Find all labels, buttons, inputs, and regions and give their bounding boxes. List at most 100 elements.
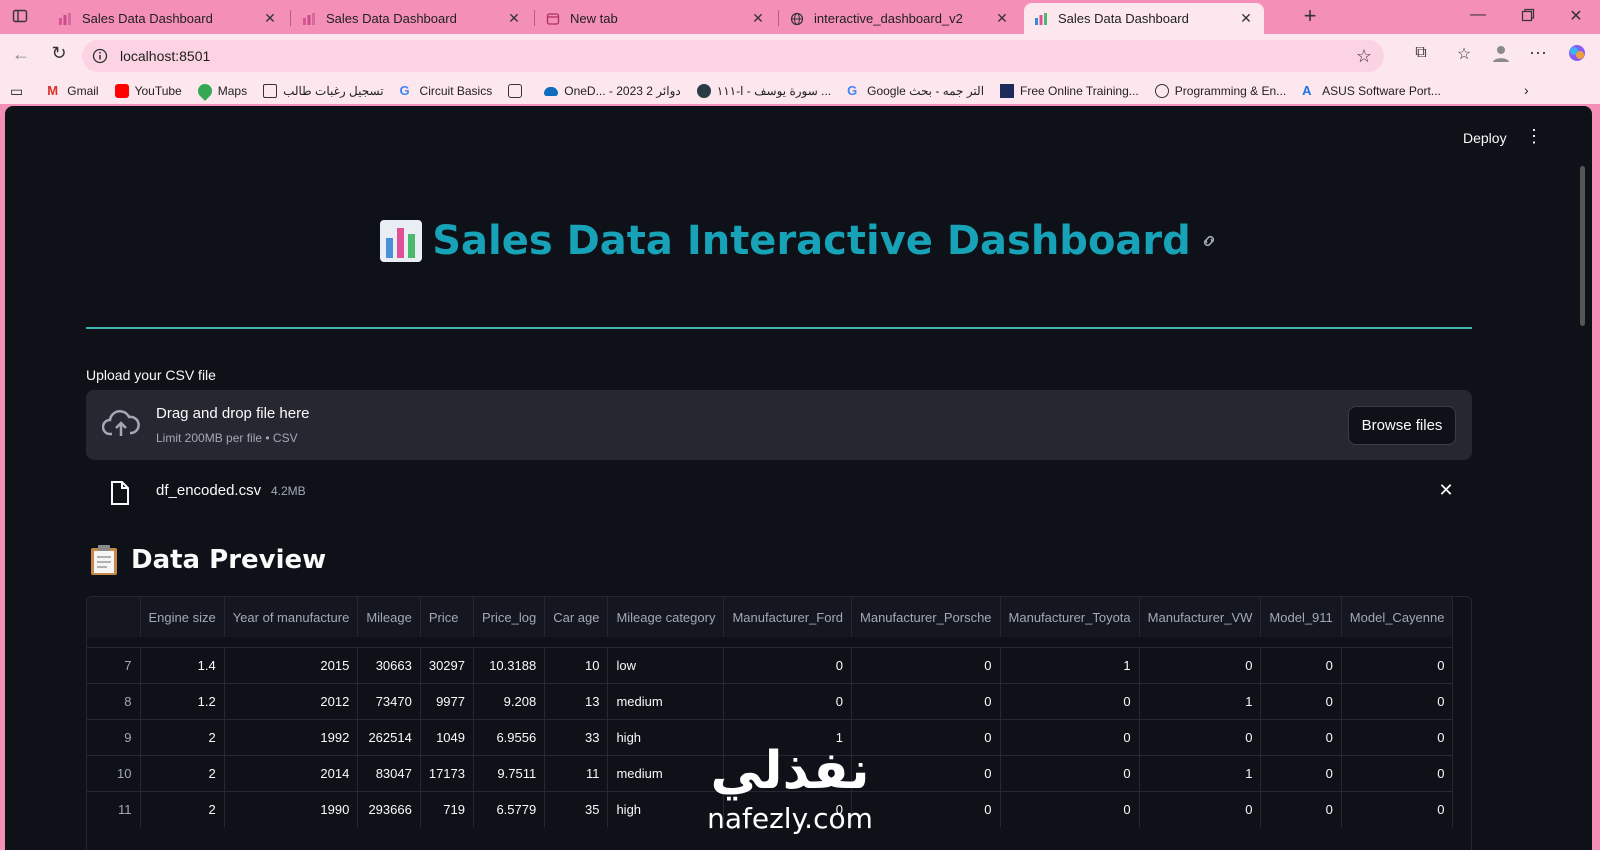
bookmark-google-translate[interactable]: G Google التر جمه - بحث xyxy=(847,84,984,99)
column-header[interactable]: Manufacturer_Toyota xyxy=(1000,597,1140,637)
table-cell[interactable]: 9.208 xyxy=(473,682,546,719)
table-cell[interactable]: 719 xyxy=(420,790,475,827)
table-cell[interactable]: 2 xyxy=(140,754,225,791)
table-cell[interactable]: 11 xyxy=(544,754,609,791)
bookmark-folder-icon[interactable]: ▭ xyxy=(10,83,23,100)
table-cell[interactable]: 6.9556 xyxy=(473,718,546,755)
table-cell[interactable]: 9977 xyxy=(420,682,475,719)
tab-actions-icon[interactable] xyxy=(10,8,30,28)
main-menu-icon[interactable]: ⋮ xyxy=(1525,126,1543,147)
close-tab-icon[interactable]: ✕ xyxy=(1238,10,1254,27)
table-cell[interactable]: 0 xyxy=(1139,790,1262,827)
tab-sales-dashboard-active[interactable]: Sales Data Dashboard ✕ xyxy=(1024,3,1264,34)
table-cell[interactable]: 2 xyxy=(140,718,225,755)
table-cell[interactable]: 30297 xyxy=(420,646,475,683)
table-cell[interactable]: 1 xyxy=(1000,646,1140,683)
table-cell[interactable]: 17173 xyxy=(420,754,475,791)
table-cell[interactable]: 1990 xyxy=(224,790,359,827)
browse-files-button[interactable]: Browse files xyxy=(1348,406,1456,445)
table-cell[interactable]: 0 xyxy=(1341,718,1454,755)
table-cell[interactable]: 0 xyxy=(1000,754,1140,791)
extensions-icon[interactable]: ⧉ xyxy=(1410,44,1432,62)
table-row[interactable]: 7 1.4 2015 30663 30297 10.3188 10 low 0 … xyxy=(87,646,1454,683)
table-cell[interactable]: 35 xyxy=(544,790,609,827)
table-cell[interactable]: 73470 xyxy=(357,682,421,719)
table-cell[interactable]: 2014 xyxy=(224,754,359,791)
tab-sales-dashboard-1[interactable]: Sales Data Dashboard ✕ xyxy=(48,3,288,34)
table-cell[interactable]: 83047 xyxy=(357,754,421,791)
bookmark-onedrive[interactable]: OneD... - 2023 دوائر 2 xyxy=(544,84,681,98)
table-cell[interactable]: 0 xyxy=(1260,718,1342,755)
table-cell[interactable]: 0 xyxy=(1139,646,1262,683)
table-cell[interactable]: 0 xyxy=(851,682,1001,719)
table-cell[interactable]: 262514 xyxy=(357,718,421,755)
close-window-icon[interactable]: ✕ xyxy=(1566,6,1586,26)
restore-icon[interactable] xyxy=(1518,8,1538,27)
url-text[interactable]: localhost:8501 xyxy=(120,48,210,64)
minimize-icon[interactable]: — xyxy=(1468,6,1488,24)
column-header[interactable]: Year of manufacture xyxy=(224,597,359,637)
table-cell[interactable]: 0 xyxy=(1341,646,1454,683)
star-bookmark-icon[interactable]: ☆ xyxy=(1356,46,1372,67)
close-tab-icon[interactable]: ✕ xyxy=(994,10,1010,27)
column-header[interactable]: Mileage xyxy=(357,597,421,637)
tab-new-tab[interactable]: New tab ✕ xyxy=(536,3,776,34)
bookmark-free-training[interactable]: Free Online Training... xyxy=(1000,84,1139,98)
table-cell[interactable]: 1.2 xyxy=(140,682,225,719)
anchor-link-icon[interactable] xyxy=(1199,231,1219,251)
site-info-icon[interactable] xyxy=(92,48,108,64)
table-cell[interactable]: medium xyxy=(607,682,725,719)
profile-avatar-icon[interactable] xyxy=(1490,43,1512,68)
table-cell[interactable]: 293666 xyxy=(357,790,421,827)
table-cell[interactable]: 2012 xyxy=(224,682,359,719)
column-header[interactable]: Price_log xyxy=(473,597,546,637)
close-tab-icon[interactable]: ✕ xyxy=(750,10,766,27)
table-cell[interactable]: 0 xyxy=(851,646,1001,683)
tab-interactive-dashboard[interactable]: interactive_dashboard_v2 ✕ xyxy=(780,3,1020,34)
column-header[interactable]: Mileage category xyxy=(607,597,725,637)
bookmark-surah[interactable]: سورة يوسف - ا-١١١ ... xyxy=(696,84,831,98)
column-header[interactable]: Model_911 xyxy=(1260,597,1342,637)
table-cell[interactable]: 0 xyxy=(1260,754,1342,791)
column-header[interactable]: Model_Cayenne xyxy=(1341,597,1454,637)
bookmarks-overflow-chevron-icon[interactable]: › xyxy=(1524,82,1529,98)
table-cell[interactable]: 0 xyxy=(1260,790,1342,827)
more-menu-icon[interactable]: ··· xyxy=(1527,42,1549,63)
new-tab-plus-icon[interactable]: + xyxy=(1300,5,1320,27)
deploy-button[interactable]: Deploy xyxy=(1463,130,1507,146)
bookmark-circuit-basics[interactable]: G Circuit Basics xyxy=(400,84,493,99)
table-cell[interactable]: 1 xyxy=(1139,682,1262,719)
table-cell[interactable]: 1049 xyxy=(420,718,475,755)
table-cell[interactable]: 0 xyxy=(1260,682,1342,719)
column-header[interactable]: Manufacturer_Ford xyxy=(723,597,853,637)
table-cell[interactable]: 0 xyxy=(1341,790,1454,827)
column-header[interactable]: Price xyxy=(420,597,475,637)
table-cell[interactable]: 1.4 xyxy=(140,646,225,683)
tab-sales-dashboard-2[interactable]: Sales Data Dashboard ✕ xyxy=(292,3,532,34)
bookmark-gmail[interactable]: M Gmail xyxy=(47,84,98,99)
table-row[interactable]: 8 1.2 2012 73470 9977 9.208 13 medium 0 … xyxy=(87,682,1454,719)
bookmark-calendar[interactable] xyxy=(508,84,528,98)
address-bar[interactable]: localhost:8501 ☆ xyxy=(82,40,1384,72)
column-header[interactable]: Manufacturer_Porsche xyxy=(851,597,1001,637)
bookmark-registration[interactable]: تسجيل رغبات طالب xyxy=(263,84,384,98)
bookmark-youtube[interactable]: YouTube xyxy=(114,84,182,98)
bookmark-asus[interactable]: A ASUS Software Port... xyxy=(1302,84,1441,99)
column-header[interactable] xyxy=(87,597,141,637)
favorites-icon[interactable]: ☆ xyxy=(1453,44,1475,64)
table-cell[interactable]: 1 xyxy=(1139,754,1262,791)
table-cell[interactable]: 9.7511 xyxy=(473,754,546,791)
column-header[interactable]: Engine size xyxy=(140,597,225,637)
table-cell[interactable]: 33 xyxy=(544,718,609,755)
column-header[interactable]: Car age xyxy=(544,597,609,637)
table-cell[interactable]: 30663 xyxy=(357,646,421,683)
bookmark-programming[interactable]: Programming & En... xyxy=(1154,84,1286,98)
bookmark-maps[interactable]: Maps xyxy=(194,81,247,101)
table-cell[interactable]: 0 xyxy=(1000,682,1140,719)
close-tab-icon[interactable]: ✕ xyxy=(506,10,522,27)
table-cell[interactable]: 0 xyxy=(1341,754,1454,791)
table-cell[interactable]: 13 xyxy=(544,682,609,719)
table-cell[interactable]: 0 xyxy=(1341,682,1454,719)
file-dropzone[interactable]: Drag and drop file here Limit 200MB per … xyxy=(86,390,1472,460)
table-cell[interactable]: 0 xyxy=(723,646,853,683)
